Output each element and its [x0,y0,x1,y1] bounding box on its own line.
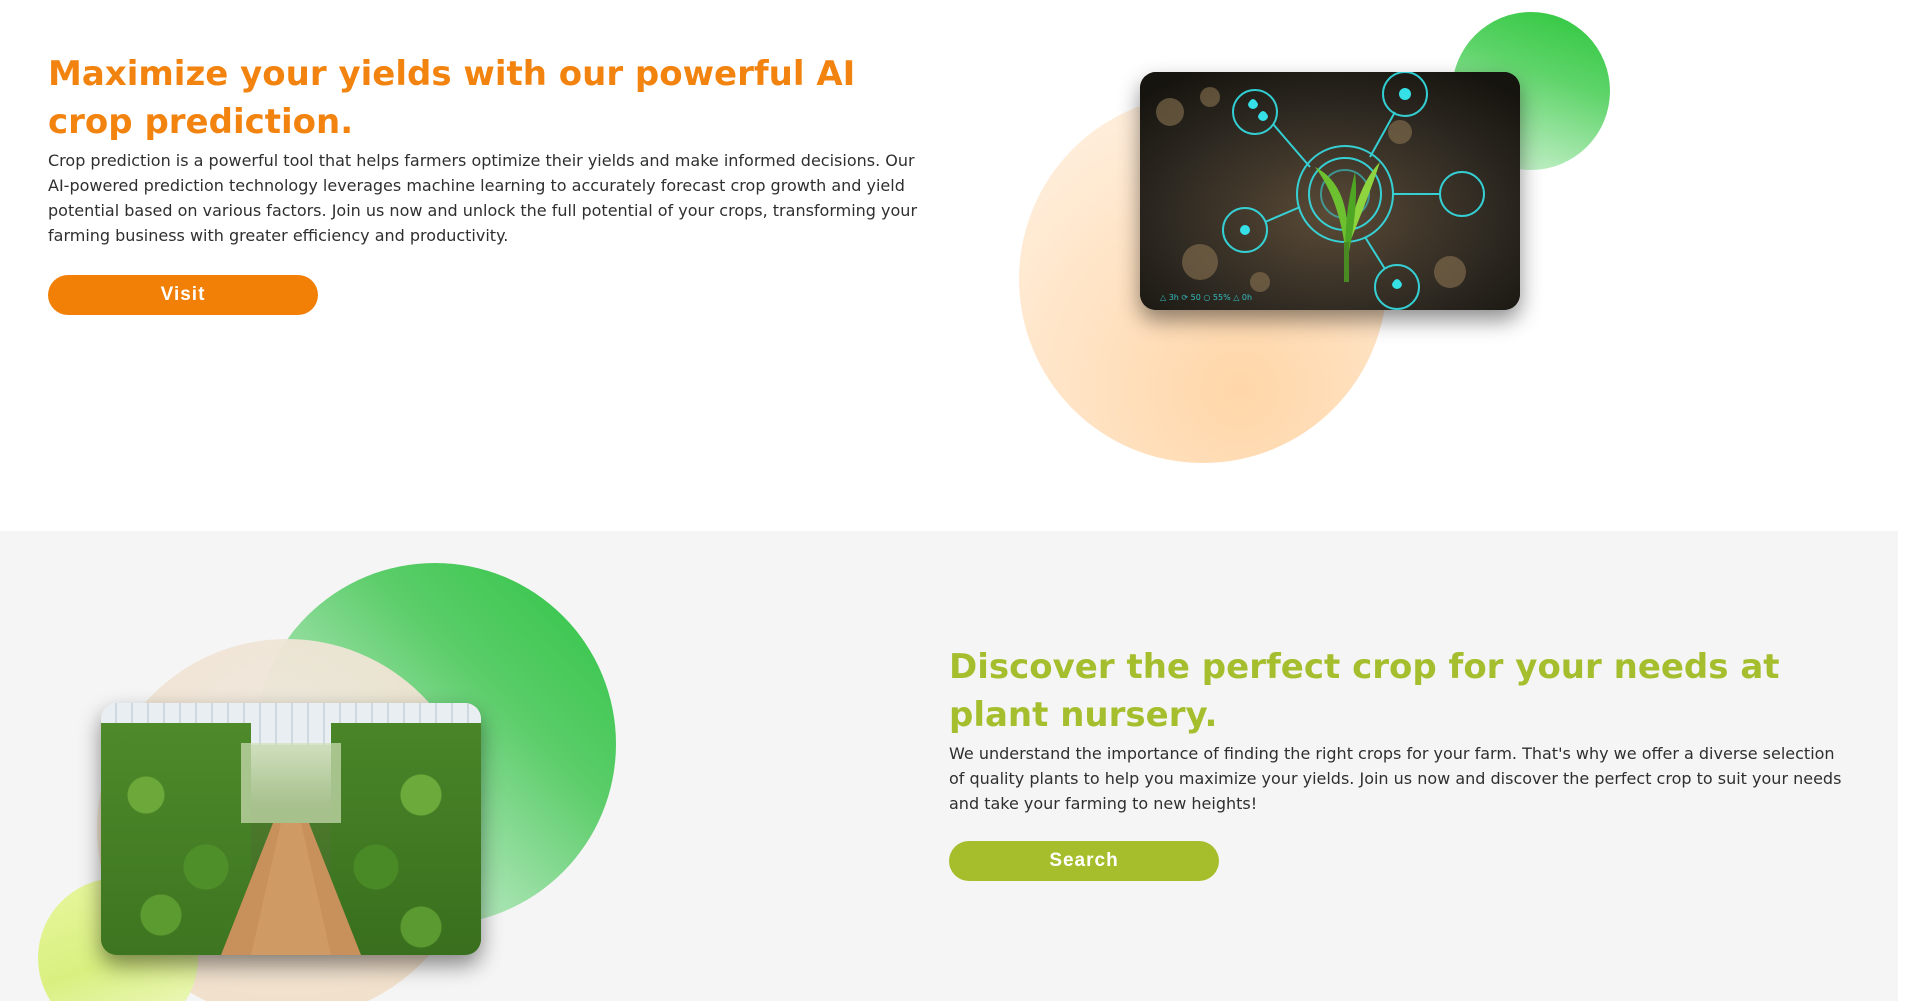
plant-nursery-text: Discover the perfect crop for your needs… [949,643,1849,881]
greenhouse-path-icon [221,743,361,955]
svg-text:△ 3h ⟳ 50 ○ 55% △ 0h: △ 3h ⟳ 50 ○ 55% △ 0h [1160,293,1252,302]
crop-prediction-text: Maximize your yields with our powerful A… [48,50,938,315]
visit-button[interactable]: Visit [48,275,318,315]
crop-prediction-heading: Maximize your yields with our powerful A… [48,54,856,142]
smart-farming-seedling-image: △ 3h ⟳ 50 ○ 55% △ 0h [1140,72,1520,310]
seedling-illustration-icon: △ 3h ⟳ 50 ○ 55% △ 0h [1140,72,1520,310]
search-button[interactable]: Search [949,841,1219,881]
page: Maximize your yields with our powerful A… [0,0,1898,1001]
plant-nursery-heading: Discover the perfect crop for your needs… [949,647,1780,735]
greenhouse-crops-image [101,703,481,955]
crop-prediction-description: Crop prediction is a powerful tool that … [48,151,918,245]
crop-prediction-section: Maximize your yields with our powerful A… [0,0,1898,531]
plant-nursery-description: We understand the importance of finding … [949,744,1842,813]
